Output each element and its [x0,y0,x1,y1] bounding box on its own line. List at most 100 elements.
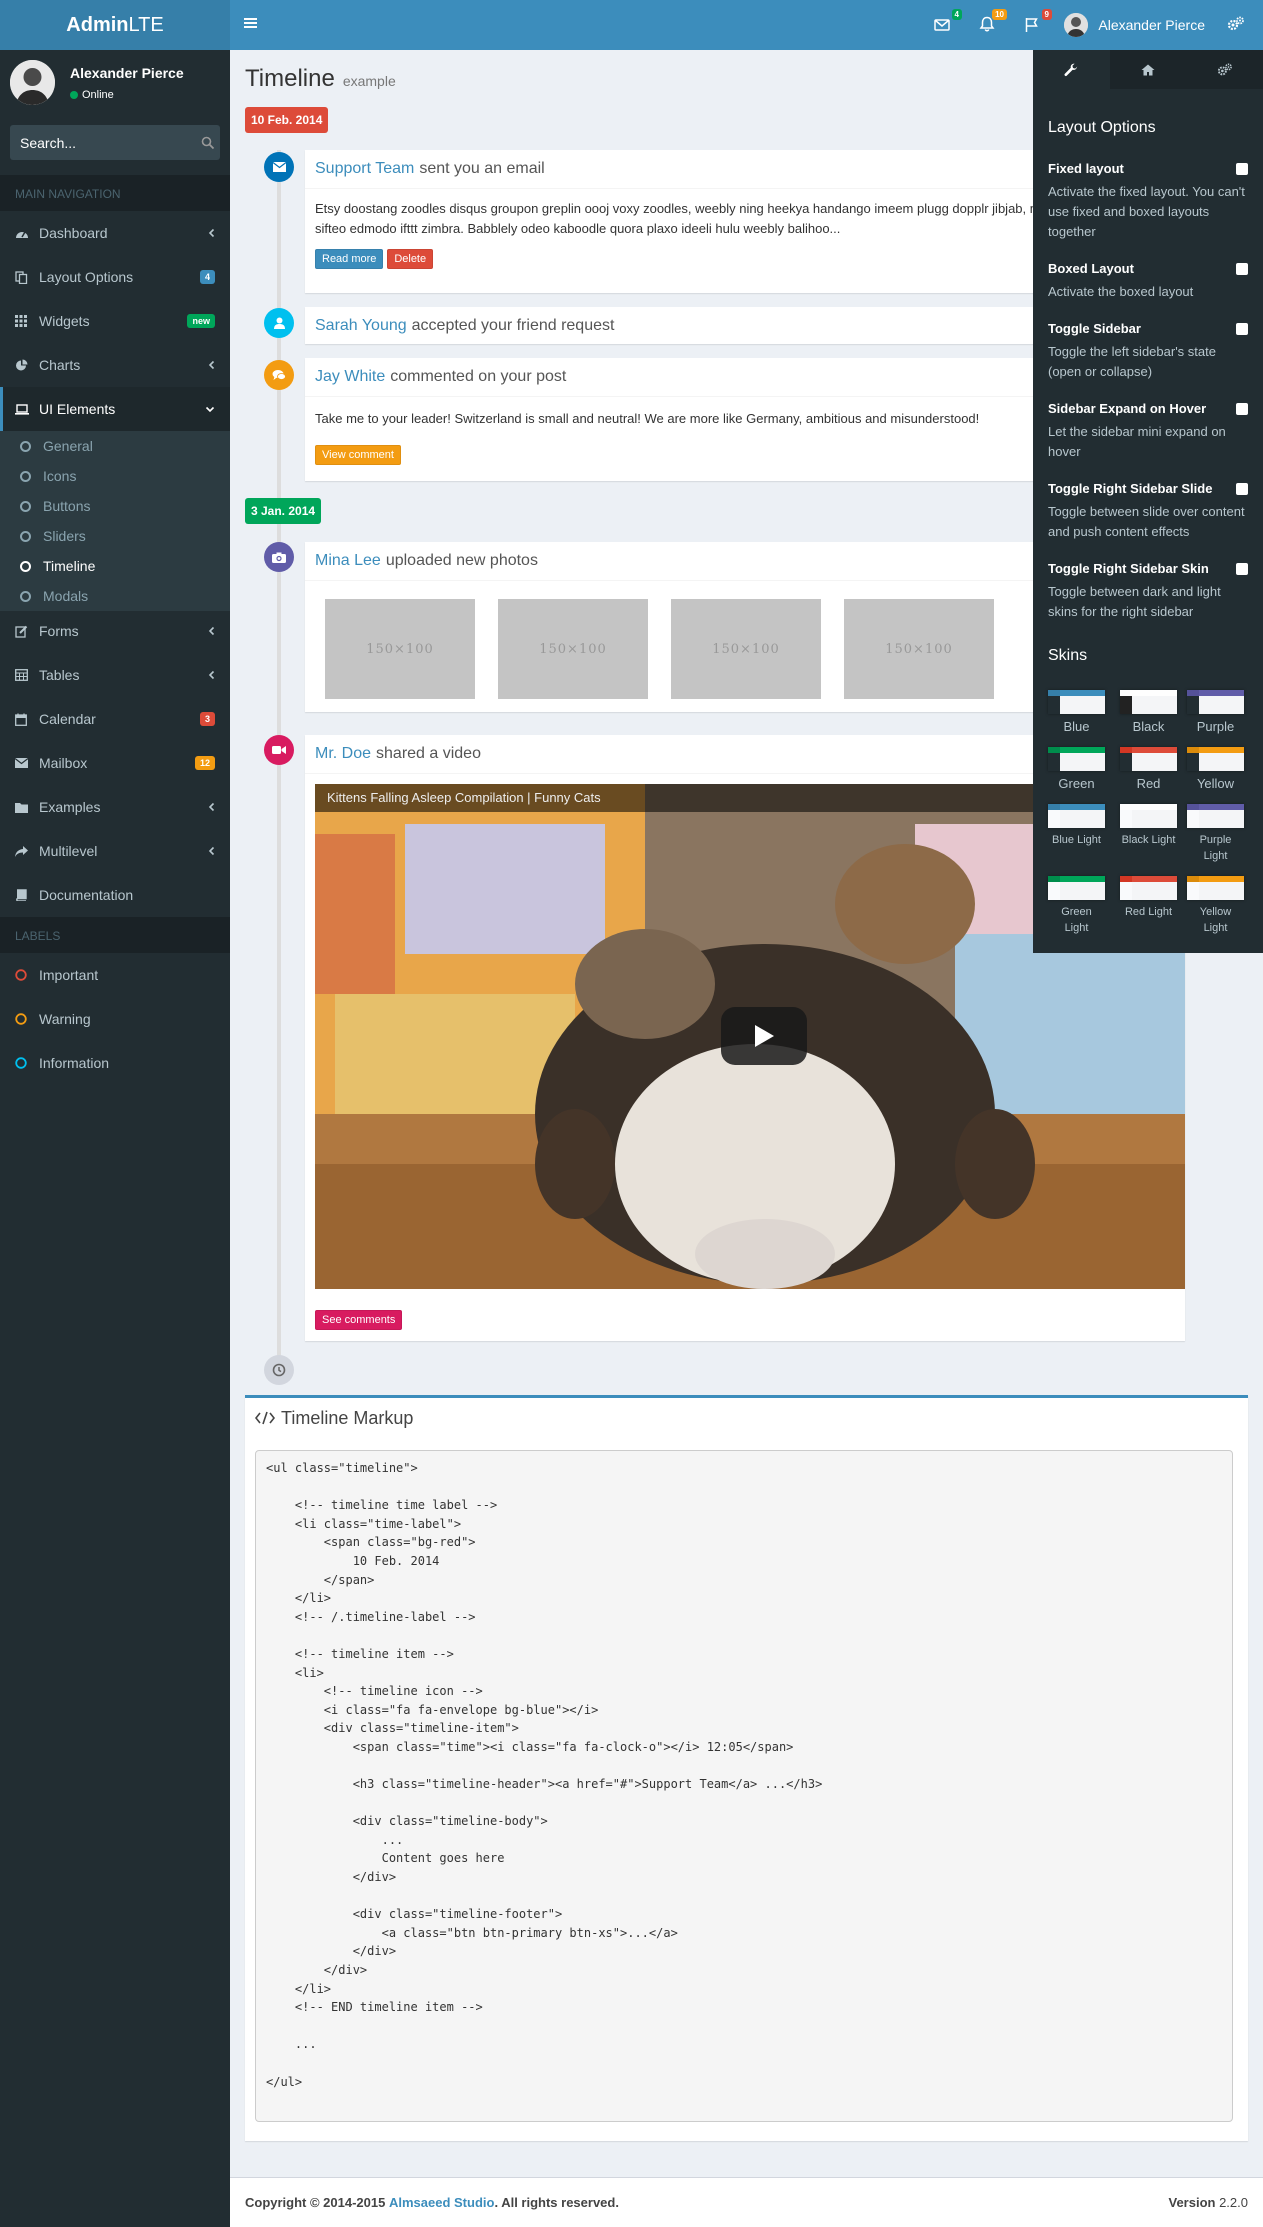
photo-thumbnail[interactable]: 150×100 [671,599,821,699]
share-icon [15,845,35,857]
circle-red-icon [15,969,35,981]
sidebar-toggle-icon[interactable] [244,16,258,30]
submenu-item-sliders[interactable]: Sliders [0,521,230,551]
sidebar-label-information[interactable]: Information [0,1041,230,1085]
copyright-suffix: . All rights reserved. [494,2195,619,2210]
tasks-menu[interactable]: 9 [1024,9,1052,36]
tab-settings[interactable] [1186,50,1263,89]
submenu-item-buttons[interactable]: Buttons [0,491,230,521]
boxed-layout-checkbox[interactable] [1236,262,1248,275]
author-link[interactable]: Mr. Doe [315,745,371,763]
code-text: <ul class="timeline"> <!-- timeline time… [266,1461,823,2089]
skin-option[interactable]: Yellow Light [1187,876,1244,936]
skin-swatch [1120,876,1177,900]
skin-option[interactable]: Black Light [1120,804,1177,848]
angle-left-icon [208,829,215,873]
copyright-prefix: Copyright © 2014-2015 [245,2195,386,2210]
company-link[interactable]: Almsaeed Studio [389,2195,494,2210]
sidebar-item-examples[interactable]: Examples [0,785,230,829]
copyright: Copyright © 2014-2015 Almsaeed Studio. A… [245,2195,619,2210]
skin-option[interactable]: Purple [1187,690,1244,735]
mailbox-badge: 12 [194,756,215,770]
angle-down-icon [205,387,215,431]
option-title: Boxed Layout [1048,261,1134,276]
skin-option[interactable]: Blue Light [1048,804,1105,848]
sidebar-item-dashboard[interactable]: Dashboard [0,211,230,255]
sidebar-label-warning[interactable]: Warning [0,997,230,1041]
sidebar-item-ui-elements[interactable]: UI Elements [0,387,230,431]
skin-option[interactable]: Purple Light [1187,804,1244,864]
skin-option[interactable]: Yellow [1187,747,1244,792]
play-button[interactable] [721,1007,807,1065]
option-description: Toggle the left sidebar's state (open or… [1048,344,1216,379]
author-link[interactable]: Mina Lee [315,552,381,570]
view-comment-button[interactable]: View comment [315,445,401,465]
tab-home[interactable] [1110,50,1187,89]
submenu-item-general[interactable]: General [0,431,230,461]
sidebar-item-charts[interactable]: Charts [0,343,230,387]
version-number: 2.2.0 [1219,2195,1248,2210]
skin-label: Purple Light [1199,834,1232,862]
timeline-action: accepted your friend request [411,316,615,334]
logo[interactable]: Admin LTE [0,0,230,50]
sidebar-item-widgets[interactable]: Widgets new [0,299,230,343]
sidebar-item-forms[interactable]: Forms [0,609,230,653]
skin-option[interactable]: Blue [1048,690,1105,735]
sidebar-item-label: Multilevel [39,843,98,859]
user-menu[interactable]: Alexander Pierce [1064,13,1205,37]
search-input[interactable] [20,134,201,151]
photo-thumbnail[interactable]: 150×100 [844,599,994,699]
search-icon[interactable] [201,136,215,150]
sidebar-item-mailbox[interactable]: Mailbox 12 [0,741,230,785]
angle-left-icon [208,653,215,697]
skin-option[interactable]: Green [1048,747,1105,792]
notifications-menu[interactable]: 10 [979,9,1007,36]
skin-label: Black [1132,719,1165,734]
skin-option[interactable]: Red Light [1120,876,1177,920]
photo-thumbnail[interactable]: 150×100 [498,599,648,699]
logo-bold: Admin [66,13,129,36]
submenu-label: Timeline [43,558,96,574]
see-comments-button[interactable]: See comments [315,1310,403,1330]
widgets-badge: new [187,314,215,328]
gears-icon[interactable] [1227,16,1245,32]
messages-menu[interactable]: 4 [934,9,962,36]
layout-options-badge: 4 [199,270,215,284]
user-panel: Alexander Pierce Online [10,60,220,110]
submenu-item-icons[interactable]: Icons [0,461,230,491]
angle-left-icon [208,609,215,653]
right-sidebar-slide-checkbox[interactable] [1236,482,1248,495]
skin-label: Blue Light [1052,834,1101,846]
delete-button[interactable]: Delete [387,249,434,269]
timeline-markup-box: Timeline Markup <ul class="timeline"> <!… [245,1395,1248,2141]
option-description: Let the sidebar mini expand on hover [1048,424,1226,459]
th-icon [15,315,35,327]
read-more-button[interactable]: Read more [315,249,384,269]
right-sidebar-skin-checkbox[interactable] [1236,562,1248,575]
sidebar-item-label: Charts [39,357,81,373]
option-right-sidebar-slide: Toggle Right Sidebar Slide Toggle betwee… [1048,481,1248,542]
author-link[interactable]: Jay White [315,368,385,386]
fixed-layout-checkbox[interactable] [1236,162,1248,175]
photo-thumbnail[interactable]: 150×100 [325,599,475,699]
author-link[interactable]: Sarah Young [315,317,407,335]
sidebar-item-layout-options[interactable]: Layout Options 4 [0,255,230,299]
submenu-item-timeline[interactable]: Timeline [0,551,230,581]
toggle-sidebar-checkbox[interactable] [1236,322,1248,335]
calendar-badge: 3 [199,712,215,726]
submenu-item-modals[interactable]: Modals [0,581,230,611]
author-link[interactable]: Support Team [315,160,414,178]
envelope-icon [264,152,294,182]
skin-option[interactable]: Black [1120,690,1177,735]
sidebar-item-multilevel[interactable]: Multilevel [0,829,230,873]
skin-option[interactable]: Green Light [1048,876,1105,936]
sidebar-label-important[interactable]: Important [0,953,230,997]
sidebar-item-documentation[interactable]: Documentation [0,873,230,917]
sidebar-expand-hover-checkbox[interactable] [1236,402,1248,415]
sidebar-item-tables[interactable]: Tables [0,653,230,697]
skins-heading: Skins [1048,647,1088,664]
option-description: Activate the fixed layout. You can't use… [1048,184,1245,239]
sidebar-item-calendar[interactable]: Calendar 3 [0,697,230,741]
tab-layout-options[interactable] [1033,50,1110,89]
skin-option[interactable]: Red [1120,747,1177,792]
